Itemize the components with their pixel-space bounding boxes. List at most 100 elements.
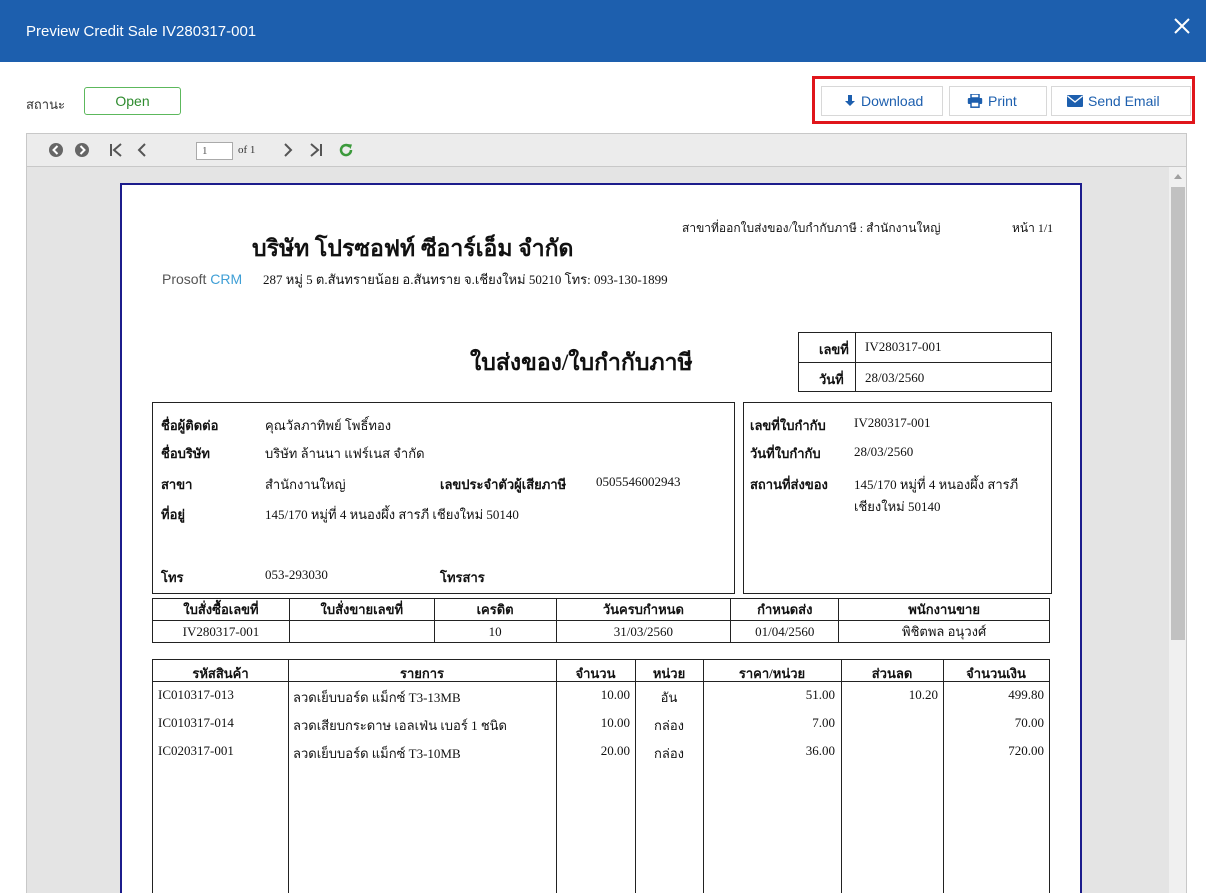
item-row: IC010317-014 ลวดเสียบกระดาษ เอลเฟ่น เบอร… (153, 712, 1049, 734)
first-page-icon[interactable] (107, 141, 125, 159)
report-viewer: สาขาที่ออกใบส่งของ/ใบกำกับภาษี : สำนักงา… (26, 167, 1187, 893)
scroll-up-arrow-icon[interactable] (1174, 174, 1182, 179)
print-button-label: Print (988, 93, 1017, 109)
customer-address-label: ที่อยู่ (161, 507, 185, 522)
printer-icon (967, 93, 983, 108)
dialog-title: Preview Credit Sale IV280317-001 (26, 23, 257, 40)
items-header: จำนวนเงิน (966, 666, 1026, 681)
forward-circle-icon[interactable] (73, 141, 91, 159)
order-header-row: ใบสั่งซื้อเลขที่ ใบสั่งขายเลขที่ เครดิต … (152, 598, 1050, 621)
invoice-date: 28/03/2560 (854, 444, 914, 459)
invoice-info-box: เลขที่ใบกำกับ IV280317-001 วันที่ใบกำกับ… (743, 402, 1052, 594)
item-unit: กล่อง (654, 718, 684, 733)
ship-to-line-1: 145/170 หมู่ที่ 4 หนองผึ้ง สารภี (854, 477, 1019, 492)
status-badge: Open (84, 87, 181, 115)
close-icon[interactable] (1170, 14, 1194, 38)
order-cell: 01/04/2560 (730, 620, 840, 643)
envelope-icon (1067, 94, 1083, 107)
send-email-button[interactable]: Send Email (1051, 86, 1191, 116)
download-button[interactable]: Download (821, 86, 943, 116)
item-description: ลวดเย็บบอร์ด แม็กซ์ T3-10MB (293, 746, 461, 761)
company-name: บริษัท โปรซอฟท์ ซีอาร์เอ็ม จำกัด (252, 236, 574, 261)
branch-line: สาขาที่ออกใบส่งของ/ใบกำกับภาษี : สำนักงา… (682, 221, 941, 235)
print-button[interactable]: Print (949, 86, 1047, 116)
action-buttons-group: Download Print Send Email (812, 76, 1195, 124)
item-quantity: 20.00 (600, 743, 630, 758)
order-header: กำหนดส่ง (730, 598, 840, 621)
items-header-row: รหัสสินค้า รายการ จำนวน หน่วย ราคา/หน่วย… (153, 660, 1049, 682)
customer-address: 145/170 หมู่ที่ 4 หนองผึ้ง สารภี เชียงให… (265, 507, 519, 522)
order-header: พนักงานขาย (838, 598, 1050, 621)
download-button-label: Download (861, 93, 924, 109)
order-cell: IV280317-001 (152, 620, 290, 643)
doc-number: IV280317-001 (865, 339, 942, 354)
items-header: รหัสสินค้า (192, 666, 249, 681)
doc-date: 28/03/2560 (865, 370, 925, 385)
last-page-icon[interactable] (307, 141, 325, 159)
item-amount: 70.00 (1014, 715, 1044, 730)
customer-branch: สำนักงานใหญ่ (265, 477, 346, 492)
item-amount: 720.00 (1008, 743, 1044, 758)
order-header: ใบสั่งซื้อเลขที่ (152, 598, 290, 621)
doc-number-box: เลขที่ IV280317-001 วันที่ 28/03/2560 (798, 332, 1052, 392)
ship-to-label: สถานที่ส่งของ (750, 477, 828, 492)
doc-number-label: เลขที่ (819, 342, 849, 357)
order-header: เครดิต (433, 598, 557, 621)
order-header: ใบสั่งขายเลขที่ (288, 598, 435, 621)
items-header: จำนวน (575, 666, 616, 681)
order-data-row: IV280317-001 10 31/03/2560 01/04/2560 พิ… (152, 620, 1050, 643)
invoice-date-label: วันที่ใบกำกับ (750, 446, 821, 461)
item-unit: กล่อง (654, 746, 684, 761)
vertical-scrollbar[interactable] (1169, 167, 1186, 893)
scrollbar-thumb[interactable] (1171, 187, 1185, 640)
download-icon (845, 94, 855, 106)
items-header: ส่วนลด (871, 666, 913, 681)
ship-to-line-2: เชียงใหม่ 50140 (854, 499, 941, 514)
order-cell: 10 (433, 620, 557, 643)
contact-label: ชื่อผู้ติดต่อ (161, 418, 219, 433)
contact-name: คุณวัลภาทิพย์ โพธิ์ทอง (265, 418, 392, 433)
phone-label: โทร (161, 570, 184, 585)
invoice-number-label: เลขที่ใบกำกับ (750, 418, 826, 433)
item-description: ลวดเสียบกระดาษ เอลเฟ่น เบอร์ 1 ชนิด (293, 718, 507, 733)
invoice-number: IV280317-001 (854, 415, 931, 430)
phone-number: 053-293030 (265, 567, 328, 582)
fax-label: โทรสาร (440, 570, 485, 585)
doc-date-label: วันที่ (819, 372, 844, 387)
company-logo: Prosoft CRM (162, 271, 243, 287)
item-code: IC020317-001 (158, 743, 234, 758)
tax-id-label: เลขประจำตัวผู้เสียภาษี (440, 477, 567, 492)
company-address: 287 หมู่ 5 ต.สันทรายน้อย อ.สันทราย จ.เชี… (263, 272, 668, 287)
item-code: IC010317-013 (158, 687, 234, 702)
order-cell (288, 620, 435, 643)
report-viewer-toolbar: 1 of 1 (26, 133, 1187, 167)
item-amount: 499.80 (1008, 687, 1044, 702)
next-page-icon[interactable] (279, 141, 297, 159)
customer-branch-label: สาขา (161, 477, 193, 492)
customer-company: บริษัท ล้านนา แฟร์เนส จำกัด (265, 446, 425, 461)
refresh-icon[interactable] (337, 141, 355, 159)
status-label: สถานะ (26, 97, 65, 112)
order-info-table: ใบสั่งซื้อเลขที่ ใบสั่งขายเลขที่ เครดิต … (152, 598, 1050, 643)
order-header: วันครบกำหนด (555, 598, 732, 621)
previous-page-icon[interactable] (133, 141, 151, 159)
item-code: IC010317-014 (158, 715, 234, 730)
page-number-input[interactable]: 1 (196, 142, 233, 160)
back-circle-icon[interactable] (47, 141, 65, 159)
page-count-label: of 1 (238, 144, 256, 156)
item-price: 51.00 (805, 687, 835, 702)
document-title: ใบส่งของ/ใบกำกับภาษี (470, 350, 693, 375)
items-table: รหัสสินค้า รายการ จำนวน หน่วย ราคา/หน่วย… (152, 659, 1050, 893)
item-unit: อัน (660, 690, 678, 705)
item-row: IC010317-013 ลวดเย็บบอร์ด แม็กซ์ T3-13MB… (153, 684, 1049, 706)
item-price: 36.00 (805, 743, 835, 758)
report-page: สาขาที่ออกใบส่งของ/ใบกำกับภาษี : สำนักงา… (120, 183, 1082, 893)
order-cell: 31/03/2560 (555, 620, 732, 643)
tax-id: 0505546002943 (596, 474, 681, 489)
item-description: ลวดเย็บบอร์ด แม็กซ์ T3-13MB (293, 690, 461, 705)
page-indicator: หน้า 1/1 (1012, 221, 1054, 235)
order-cell: พิชิตพล อนุวงศ์ (838, 620, 1050, 643)
item-discount: 10.20 (908, 687, 938, 702)
item-price: 7.00 (812, 715, 835, 730)
item-quantity: 10.00 (600, 687, 630, 702)
